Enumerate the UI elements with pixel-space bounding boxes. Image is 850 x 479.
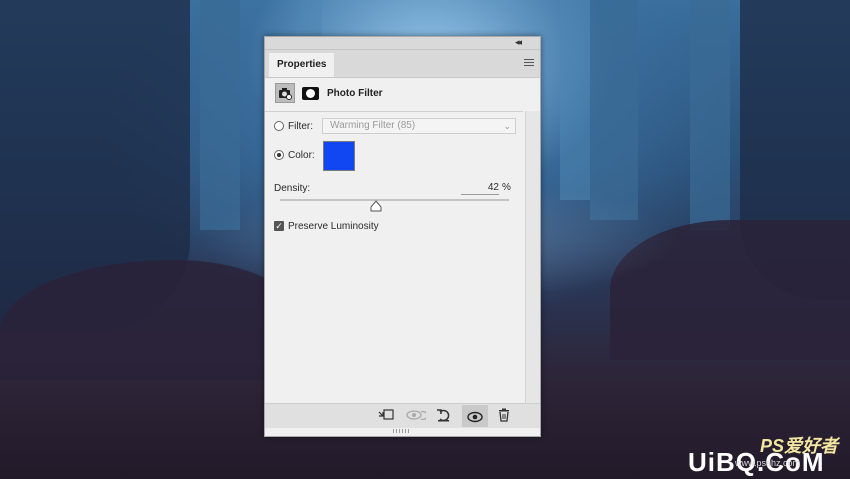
trash-icon[interactable] xyxy=(495,408,513,424)
density-slider-track[interactable] xyxy=(280,199,509,201)
layer-mask-icon[interactable] xyxy=(302,87,319,100)
collapse-icon[interactable]: ◂◂ xyxy=(515,37,522,48)
visibility-eye-icon[interactable] xyxy=(462,405,488,427)
scrollbar[interactable] xyxy=(525,111,540,403)
divider xyxy=(265,111,523,112)
filter-label: Filter: xyxy=(288,121,313,132)
filter-select-value: Warming Filter (85) xyxy=(330,120,416,131)
resize-grip[interactable] xyxy=(393,429,411,433)
panel-menu-icon[interactable] xyxy=(524,59,534,68)
adjustment-header: Photo Filter xyxy=(265,78,540,108)
adjustment-layer-icon[interactable] xyxy=(275,83,295,103)
filter-select[interactable]: Warming Filter (85) ⌄ xyxy=(322,118,516,134)
density-label: Density: xyxy=(274,183,311,194)
panel-titlebar[interactable]: ◂◂ ✕ xyxy=(265,37,540,50)
filter-radio[interactable] xyxy=(274,121,284,131)
clip-to-layer-icon[interactable] xyxy=(377,408,395,424)
view-previous-state-icon[interactable] xyxy=(406,408,428,424)
density-unit: % xyxy=(502,182,511,193)
watermark-url: www.psahz.com xyxy=(735,458,801,468)
preserve-luminosity-checkbox[interactable]: ✓ xyxy=(274,221,284,231)
chevron-down-icon: ⌄ xyxy=(503,121,511,131)
color-radio[interactable] xyxy=(274,150,284,160)
properties-panel: ◂◂ ✕ Properties Photo Filter Filter: War… xyxy=(264,36,541,437)
color-swatch[interactable] xyxy=(323,141,355,171)
reset-icon[interactable] xyxy=(435,408,453,424)
adjustment-title: Photo Filter xyxy=(327,88,383,99)
color-label: Color: xyxy=(288,150,315,161)
panel-tabbar: Properties xyxy=(265,50,540,78)
preserve-luminosity-label: Preserve Luminosity xyxy=(288,221,379,232)
bottom-toolbar xyxy=(265,403,540,428)
density-value[interactable]: 42 xyxy=(461,182,499,195)
tab-properties[interactable]: Properties xyxy=(269,53,335,77)
